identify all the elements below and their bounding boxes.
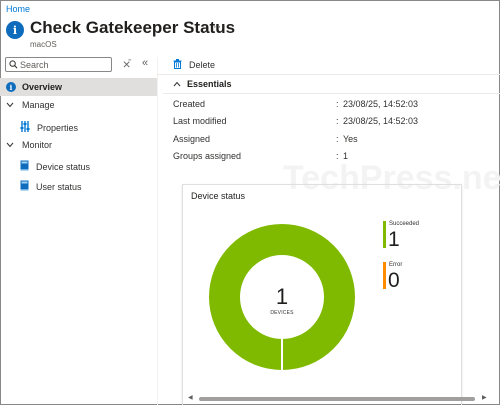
delete-button-label: Delete [189,60,216,70]
sidebar-item-properties[interactable]: Properties [20,121,78,134]
essentials-toggle[interactable]: Essentials [173,79,232,89]
legend-succeeded-label: Succeeded [389,221,420,227]
sidebar-group-manage[interactable]: Manage [6,100,55,110]
more-options-icon[interactable]: ··· [213,21,227,33]
sidebar-item-device-status[interactable]: Device status [20,160,90,173]
info-icon: i [6,82,16,92]
page-subtitle: macOS [30,40,57,49]
chevron-down-icon [6,141,16,150]
properties-icon [20,121,30,134]
search-input[interactable] [20,59,108,70]
sidebar-group-label: Monitor [22,140,53,150]
legend-error-value: 0 [388,269,400,292]
legend-succeeded-bar [383,221,386,248]
legend-succeeded-value: 1 [388,228,400,251]
field-value: 23/08/25, 14:52:03 [343,99,419,109]
essentials-divider [163,93,500,94]
search-icon [6,60,20,69]
delete-button[interactable]: Delete [173,59,215,71]
sidebar-item-label: Properties [37,122,79,133]
scrollbar-thumb[interactable] [199,397,475,401]
field-separator: : [336,99,339,109]
field-label: Created [173,99,206,109]
sidebar-item-label: User status [36,181,82,192]
sidebar-item-label: Overview [22,82,63,92]
essentials-row-created: Created : 23/08/25, 14:52:03 [173,99,493,111]
trash-icon [173,59,182,71]
card-title: Device status [191,191,246,201]
sidebar-item-overview[interactable]: i Overview [0,78,157,96]
scroll-right-icon[interactable]: ▶ [482,394,487,401]
essentials-row-last-modified: Last modified : 23/08/25, 14:52:03 [173,116,493,128]
field-value: Yes [343,134,358,144]
book-icon [20,180,29,193]
chevron-down-icon [6,101,16,110]
info-icon: i [6,21,24,39]
sidebar-item-label: Device status [36,161,91,172]
book-icon [20,160,29,173]
page-title: Check Gatekeeper Status [30,18,236,37]
donut-total-label: DEVICES [270,310,294,316]
field-label: Last modified [173,116,227,126]
toolbar-divider [157,74,500,75]
field-separator: : [336,116,339,126]
horizontal-scrollbar[interactable]: ◀ ▶ [188,394,490,401]
legend-error-label: Error [389,262,403,268]
sidebar-group-monitor[interactable]: Monitor [6,140,52,150]
sidebar-group-label: Manage [22,100,55,110]
field-label: Assigned [173,134,211,144]
sidebar-divider [157,57,158,405]
field-value: 23/08/25, 14:52:03 [343,116,419,126]
essentials-row-assigned: Assigned : Yes [173,134,493,146]
sidebar-item-user-status[interactable]: User status [20,180,82,193]
legend-error-bar [383,262,386,289]
chevron-up-icon [173,80,181,89]
breadcrumb-home[interactable]: Home [6,4,30,14]
search-box[interactable] [5,57,112,72]
clear-filter-icon[interactable] [123,59,132,71]
collapse-sidebar-icon[interactable]: « [142,57,148,69]
field-separator: : [336,134,339,144]
essentials-title: Essentials [187,79,232,89]
donut-total: 1 [275,284,289,309]
scroll-left-icon[interactable]: ◀ [188,394,193,401]
field-label: Groups assigned [173,151,242,161]
